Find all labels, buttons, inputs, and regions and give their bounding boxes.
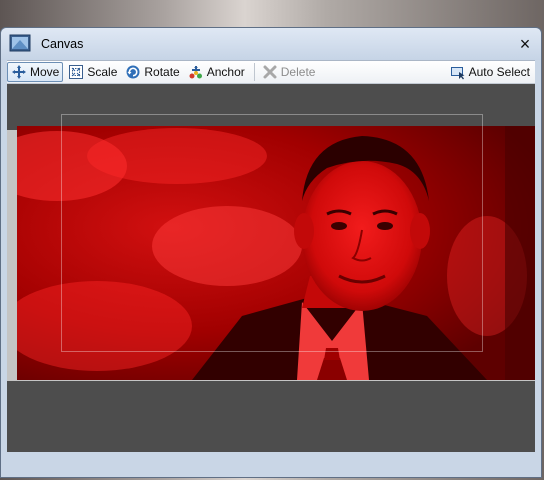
canvas-image-layer[interactable] [17,126,535,380]
scale-button[interactable]: Scale [65,62,120,82]
move-button[interactable]: Move [7,62,64,82]
toolbar-separator [253,63,255,81]
scale-box-icon [69,65,84,79]
delete-button[interactable]: Delete [259,62,319,82]
toolbar: Move Scale Rotate Anchor Delete Auto Sel… [7,60,535,84]
delete-label: Delete [280,65,316,79]
auto-select-icon [450,67,465,80]
rotate-icon [126,65,140,79]
rotate-label: Rotate [144,65,180,79]
title-bar[interactable]: Canvas × [1,28,541,60]
canvas-window: Canvas × Move Scale Rotate Anchor Delete… [0,27,542,478]
auto-select-label: Auto Select [468,65,530,79]
delete-x-icon [263,65,277,79]
close-icon: × [519,34,531,54]
close-button[interactable]: × [515,34,535,54]
scale-label: Scale [87,65,118,79]
canvas-window-icon [9,34,31,52]
canvas-area[interactable] [7,84,535,452]
window-title: Canvas [41,37,84,51]
auto-select-button[interactable]: Auto Select [447,62,533,82]
person-photo-image [17,126,535,380]
anchor-icon [189,66,202,79]
move-arrows-icon [12,65,26,79]
anchor-button[interactable]: Anchor [185,62,248,82]
move-label: Move [30,65,60,79]
rotate-button[interactable]: Rotate [122,62,182,82]
anchor-label: Anchor [206,65,245,79]
